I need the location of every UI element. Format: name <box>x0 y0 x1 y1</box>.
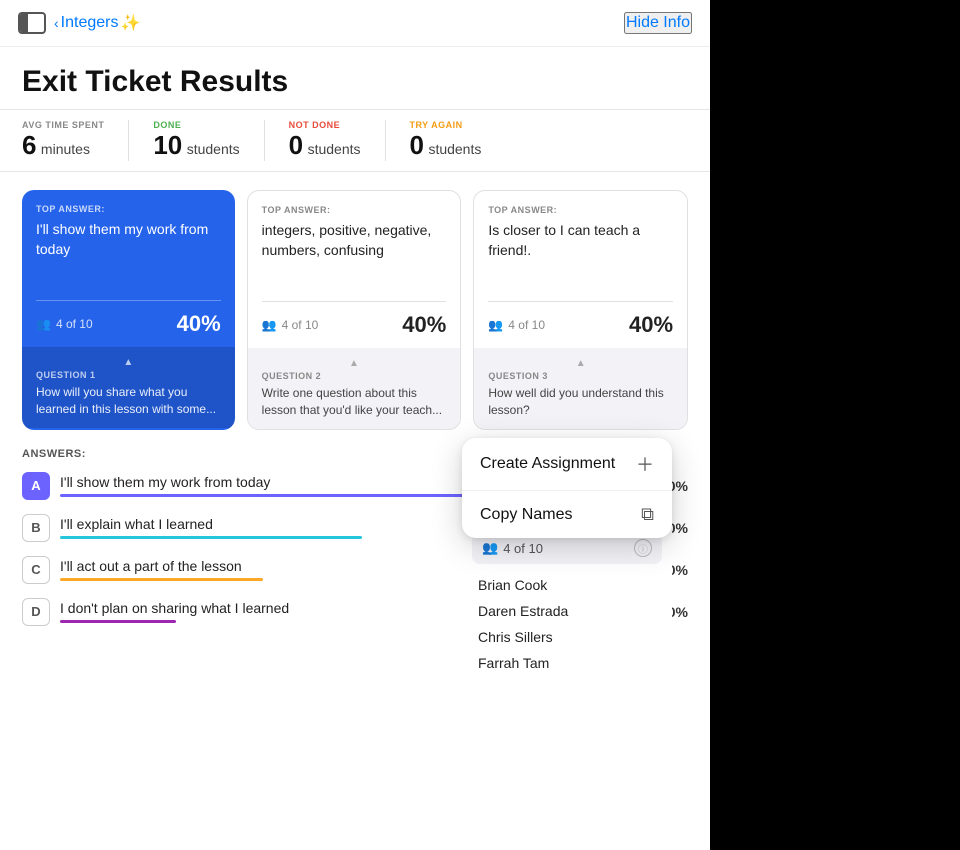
card2-bottom: ▲ QUESTION 2 Write one question about th… <box>248 348 461 429</box>
card2-answer: integers, positive, negative, numbers, c… <box>262 221 447 260</box>
card2-top: TOP ANSWER: integers, positive, negative… <box>248 191 461 301</box>
people-icon-2: 👥 <box>262 318 277 332</box>
stat-avg-time-label: AVG TIME SPENT <box>22 120 104 130</box>
copy-icon: ⧉ <box>641 504 654 525</box>
nav-left: ‹ Integers ✨ <box>18 12 140 34</box>
stat-avg-time: AVG TIME SPENT 6 minutes <box>22 120 129 161</box>
page-title: Exit Ticket Results <box>22 65 688 99</box>
answer-letter-b: B <box>22 514 50 542</box>
stats-row: AVG TIME SPENT 6 minutes DONE 10 student… <box>0 109 710 172</box>
stat-try-again-value: 0 students <box>410 130 482 161</box>
card2-stats: 👥 4 of 10 40% <box>248 302 461 348</box>
card3-percent: 40% <box>629 312 673 338</box>
answer-letter-c: C <box>22 556 50 584</box>
stat-done-number: 10 <box>153 130 182 160</box>
answer-bar-d <box>60 620 176 623</box>
students-count-text: 👥 4 of 10 <box>482 540 543 556</box>
stat-not-done-unit: students <box>308 141 361 157</box>
card3-bottom: ▲ QUESTION 3 How well did you understand… <box>474 348 687 429</box>
stat-try-again-number: 0 <box>410 130 424 160</box>
card2-q-text: Write one question about this lesson tha… <box>262 385 447 419</box>
page-title-area: Exit Ticket Results <box>0 47 710 109</box>
stat-done-value: 10 students <box>153 130 239 161</box>
question-cards-row: TOP ANSWER: I'll show them my work from … <box>0 172 710 430</box>
people-icon-3: 👥 <box>488 318 503 332</box>
question-card-2[interactable]: TOP ANSWER: integers, positive, negative… <box>247 190 462 430</box>
stat-done: DONE 10 students <box>153 120 264 161</box>
stat-avg-time-unit: minutes <box>41 141 90 157</box>
stat-try-again-label: TRY AGAIN <box>410 120 482 130</box>
card1-top: TOP ANSWER: I'll show them my work from … <box>22 190 235 300</box>
back-label: Integers <box>61 14 119 32</box>
card3-answer: Is closer to I can teach a friend!. <box>488 221 673 260</box>
stat-not-done-value: 0 students <box>289 130 361 161</box>
stat-try-again: TRY AGAIN 0 students <box>410 120 506 161</box>
card2-count: 👥 4 of 10 <box>262 318 319 332</box>
card3-chevron-icon: ▲ <box>488 358 673 369</box>
card1-count-text: 4 of 10 <box>56 317 93 331</box>
popup-menu: Create Assignment ＋ Copy Names ⧉ <box>462 438 672 538</box>
sparkle-icon: ✨ <box>120 13 140 33</box>
card1-chevron-icon: ▲ <box>36 357 221 368</box>
people-icon-1: 👥 <box>36 317 51 331</box>
answer-letter-a: A <box>22 472 50 500</box>
card3-top-label: TOP ANSWER: <box>488 205 673 215</box>
students-count-value: 4 of 10 <box>503 541 543 556</box>
answer-bar-c <box>60 578 263 581</box>
student-name-1: Brian Cook <box>462 572 672 598</box>
card1-q-text: How will you share what you learned in t… <box>36 384 221 418</box>
card2-top-label: TOP ANSWER: <box>262 205 447 215</box>
plus-icon: ＋ <box>636 451 654 477</box>
answer-bar-a <box>60 494 466 497</box>
stat-done-unit: students <box>187 141 240 157</box>
question-card-1[interactable]: TOP ANSWER: I'll show them my work from … <box>22 190 235 430</box>
copy-names-menu-item[interactable]: Copy Names ⧉ <box>462 491 672 538</box>
answer-letter-d: D <box>22 598 50 626</box>
student-name-2: Daren Estrada <box>462 598 672 624</box>
card1-top-label: TOP ANSWER: <box>36 204 221 214</box>
card1-stats: 👥 4 of 10 40% <box>22 301 235 347</box>
card3-count-text: 4 of 10 <box>508 318 545 332</box>
card3-top: TOP ANSWER: Is closer to I can teach a f… <box>474 191 687 301</box>
student-name-3: Chris Sillers <box>462 624 672 650</box>
stat-avg-time-number: 6 <box>22 130 36 160</box>
stat-not-done-label: NOT DONE <box>289 120 361 130</box>
copy-names-label: Copy Names <box>480 506 572 524</box>
card2-percent: 40% <box>402 312 446 338</box>
card2-q-label: QUESTION 2 <box>262 371 447 381</box>
card1-q-label: QUESTION 1 <box>36 370 221 380</box>
info-circle-icon[interactable]: ⓘ <box>634 539 652 557</box>
card3-q-text: How well did you understand this lesson? <box>488 385 673 419</box>
question-card-3[interactable]: TOP ANSWER: Is closer to I can teach a f… <box>473 190 688 430</box>
chevron-left-icon: ‹ <box>54 15 59 31</box>
card2-chevron-icon: ▲ <box>262 358 447 369</box>
create-assignment-menu-item[interactable]: Create Assignment ＋ <box>462 438 672 491</box>
answer-bar-b <box>60 536 362 539</box>
sidebar-toggle-icon[interactable] <box>18 12 46 34</box>
card1-percent: 40% <box>177 311 221 337</box>
stat-done-label: DONE <box>153 120 239 130</box>
create-assignment-label: Create Assignment <box>480 455 615 473</box>
card2-count-text: 4 of 10 <box>282 318 319 332</box>
card1-count: 👥 4 of 10 <box>36 317 93 331</box>
card3-stats: 👥 4 of 10 40% <box>474 302 687 348</box>
stat-try-again-unit: students <box>428 141 481 157</box>
hide-info-button[interactable]: Hide Info <box>624 12 692 34</box>
student-name-4: Farrah Tam <box>462 650 672 676</box>
top-nav: ‹ Integers ✨ Hide Info <box>0 0 710 47</box>
stat-avg-time-value: 6 minutes <box>22 130 104 161</box>
stat-not-done: NOT DONE 0 students <box>289 120 386 161</box>
card3-count: 👥 4 of 10 <box>488 318 545 332</box>
card3-q-label: QUESTION 3 <box>488 371 673 381</box>
card1-bottom: ▲ QUESTION 1 How will you share what you… <box>22 347 235 428</box>
back-link[interactable]: ‹ Integers ✨ <box>54 13 140 33</box>
stat-not-done-number: 0 <box>289 130 303 160</box>
people-icon-students: 👥 <box>482 540 498 556</box>
card1-answer: I'll show them my work from today <box>36 220 221 259</box>
